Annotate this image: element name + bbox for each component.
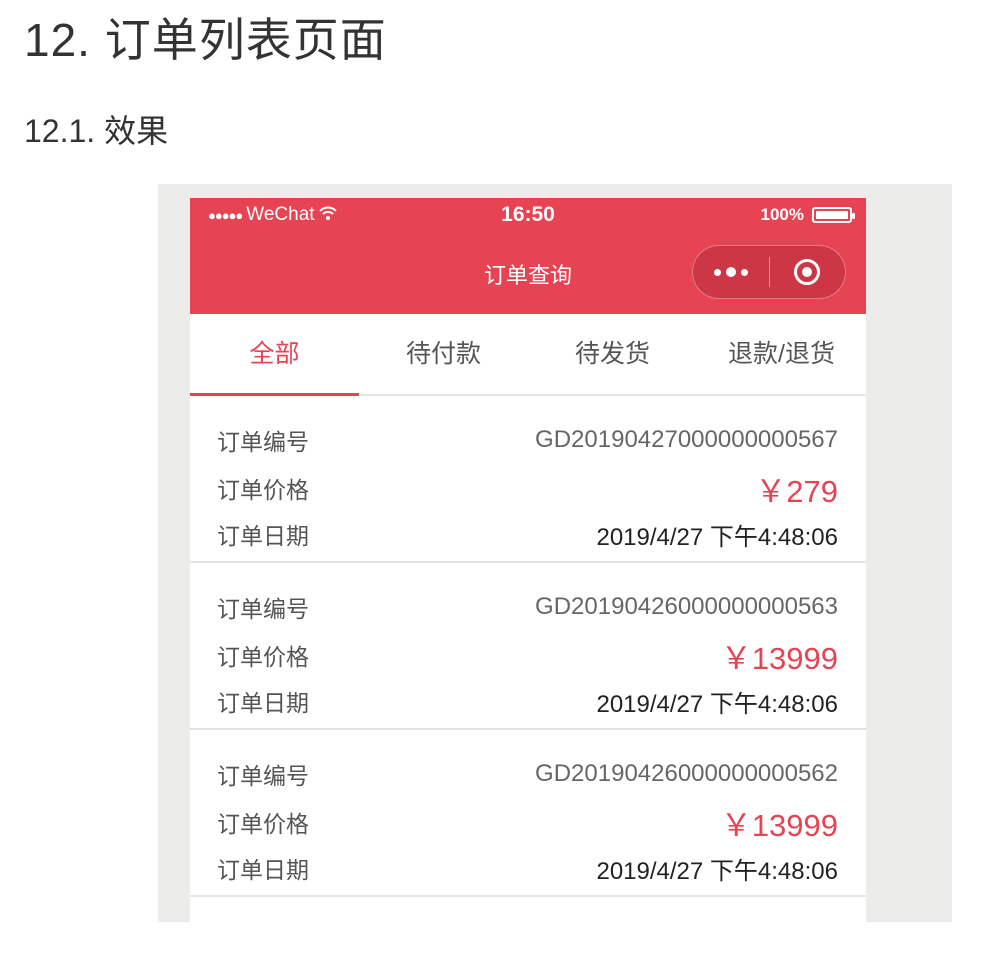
status-right: 100% — [760, 205, 855, 225]
order-date-value: 2019/4/27 下午4:48:06 — [596, 523, 838, 551]
order-no-row: 订单编号 GD20190426000000000563 — [217, 587, 838, 627]
phone-screen: ●●●●● WeChat 16:50 100% 订单查询 全部 待付款 待发货 … — [190, 198, 866, 922]
order-date-label: 订单日期 — [217, 523, 309, 549]
order-no-row: 订单编号 GD20190427000000000567 — [217, 420, 838, 460]
tab-pending-payment[interactable]: 待付款 — [359, 314, 528, 394]
order-list: 订单编号 GD20190427000000000567 订单价格 ￥279 订单… — [190, 396, 866, 897]
order-date-label: 订单日期 — [217, 857, 309, 883]
order-price-value: ￥13999 — [720, 640, 838, 676]
more-button[interactable] — [693, 246, 769, 298]
tab-label: 退款/退货 — [728, 340, 835, 368]
order-price-row: 订单价格 ￥279 — [217, 468, 838, 509]
battery-icon — [812, 207, 855, 223]
order-no-row: 订单编号 GD20190426000000000562 — [217, 754, 838, 794]
order-no-value: GD20190427000000000567 — [535, 426, 838, 453]
order-card[interactable]: 订单编号 GD20190427000000000567 订单价格 ￥279 订单… — [190, 396, 866, 563]
order-date-row: 订单日期 2019/4/27 下午4:48:06 — [217, 681, 838, 721]
battery-percent: 100% — [760, 205, 804, 224]
order-date-value: 2019/4/27 下午4:48:06 — [596, 857, 838, 885]
order-price-row: 订单价格 ￥13999 — [217, 635, 838, 676]
tab-all[interactable]: 全部 — [190, 314, 359, 396]
order-no-label: 订单编号 — [217, 763, 309, 789]
page-heading: 12. 订单列表页面 — [24, 14, 387, 66]
battery-level — [816, 211, 848, 219]
order-date-value: 2019/4/27 下午4:48:06 — [596, 690, 838, 718]
order-price-value: ￥13999 — [720, 807, 838, 843]
order-no-value: GD20190426000000000562 — [535, 760, 838, 787]
battery-tip — [852, 213, 855, 219]
order-price-label: 订单价格 — [217, 644, 309, 670]
order-price-value: ￥279 — [755, 473, 838, 509]
section-heading: 12.1. 效果 — [24, 113, 169, 149]
tab-pending-shipment[interactable]: 待发货 — [528, 314, 697, 394]
close-target-icon — [794, 259, 821, 285]
order-price-label: 订单价格 — [217, 477, 309, 503]
order-no-label: 订单编号 — [217, 429, 309, 455]
mini-program-capsule — [692, 245, 846, 299]
order-no-value: GD20190426000000000563 — [535, 593, 838, 620]
tab-label: 全部 — [249, 340, 300, 368]
nav-bar: 订单查询 — [190, 236, 866, 314]
order-date-row: 订单日期 2019/4/27 下午4:48:06 — [217, 848, 838, 888]
tab-refund-return[interactable]: 退款/退货 — [697, 314, 866, 394]
status-bar: ●●●●● WeChat 16:50 100% — [190, 198, 866, 236]
order-card[interactable]: 订单编号 GD20190426000000000562 订单价格 ￥13999 … — [190, 730, 866, 897]
tab-label: 待付款 — [405, 340, 481, 368]
order-price-row: 订单价格 ￥13999 — [217, 802, 838, 843]
more-dots-icon — [713, 267, 748, 277]
tab-label: 待发货 — [574, 340, 650, 368]
close-button[interactable] — [770, 246, 846, 298]
order-card[interactable]: 订单编号 GD20190426000000000563 订单价格 ￥13999 … — [190, 563, 866, 730]
order-tabs: 全部 待付款 待发货 退款/退货 — [190, 314, 866, 396]
order-date-label: 订单日期 — [217, 690, 309, 716]
order-no-label: 订单编号 — [217, 596, 309, 622]
order-price-label: 订单价格 — [217, 811, 309, 837]
order-date-row: 订单日期 2019/4/27 下午4:48:06 — [217, 514, 838, 554]
